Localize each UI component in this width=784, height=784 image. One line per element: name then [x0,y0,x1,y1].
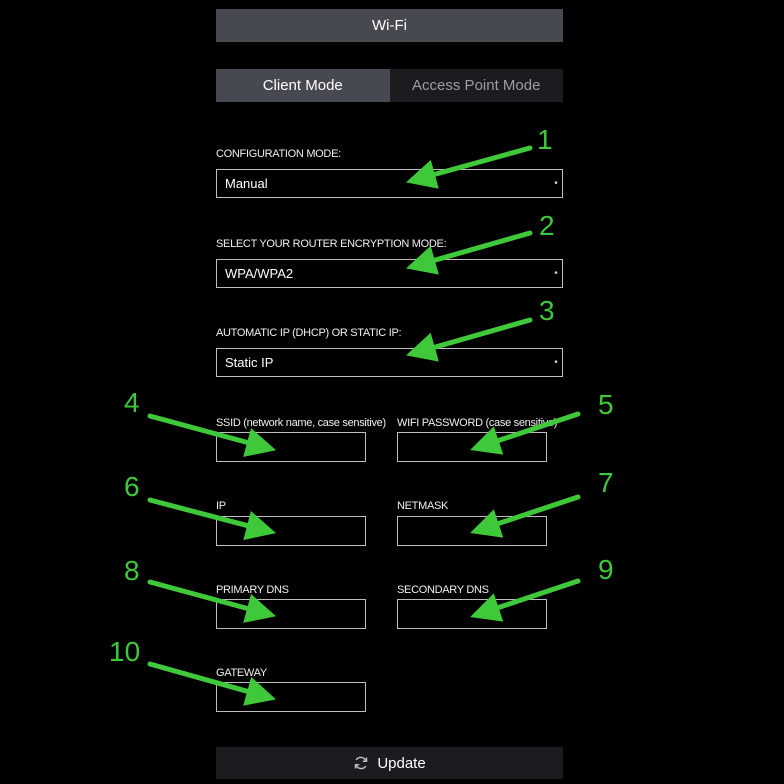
annotation-number-10: 10 [109,636,141,667]
annotation-number-2: 2 [539,210,555,241]
mode-tabs: Client Mode Access Point Mode [216,69,563,102]
annotation-number-4: 4 [124,387,140,418]
refresh-icon [355,756,368,770]
annotation-number-1: 1 [537,124,553,155]
annotation-number-5: 5 [598,389,614,420]
update-button[interactable]: Update [216,747,563,779]
dropdown-caret-icon: • [554,357,558,368]
config-mode-select[interactable]: Manual • [216,169,563,198]
annotation-number-9: 9 [598,554,614,585]
gateway-input[interactable] [216,682,366,712]
ip-mode-value: Static IP [225,355,274,370]
netmask-input[interactable] [397,516,547,546]
tab-access-point-mode[interactable]: Access Point Mode [389,69,563,102]
annotation-number-7: 7 [598,467,614,498]
ssid-label: SSID (network name, case sensitive) [216,417,386,429]
secondary-dns-label: SECONDARY DNS [397,584,489,596]
primary-dns-input[interactable] [216,599,366,629]
ip-mode-label: AUTOMATIC IP (DHCP) OR STATIC IP: [216,327,402,339]
update-label: Update [377,754,426,772]
ip-mode-select[interactable]: Static IP • [216,348,563,377]
dropdown-caret-icon: • [554,178,558,189]
page-title: Wi-Fi [372,17,407,34]
annotation-number-8: 8 [124,555,140,586]
netmask-label: NETMASK [397,500,449,512]
password-label: WIFI PASSWORD (case sensitive) [397,417,558,429]
page-header: Wi-Fi [216,9,563,42]
ip-input[interactable] [216,516,366,546]
ip-label: IP [216,500,226,512]
password-input[interactable] [397,432,547,462]
config-mode-label: CONFIGURATION MODE: [216,148,341,160]
encryption-select[interactable]: WPA/WPA2 • [216,259,563,288]
ssid-input[interactable] [216,432,366,462]
annotation-number-3: 3 [539,295,555,326]
primary-dns-label: PRIMARY DNS [216,584,289,596]
annotation-number-6: 6 [124,471,140,502]
dropdown-caret-icon: • [554,268,558,279]
tab-client-mode[interactable]: Client Mode [216,69,390,102]
secondary-dns-input[interactable] [397,599,547,629]
gateway-label: GATEWAY [216,667,267,679]
config-mode-value: Manual [225,176,268,191]
encryption-label: SELECT YOUR ROUTER ENCRYPTION MODE: [216,238,447,250]
encryption-value: WPA/WPA2 [225,266,294,281]
